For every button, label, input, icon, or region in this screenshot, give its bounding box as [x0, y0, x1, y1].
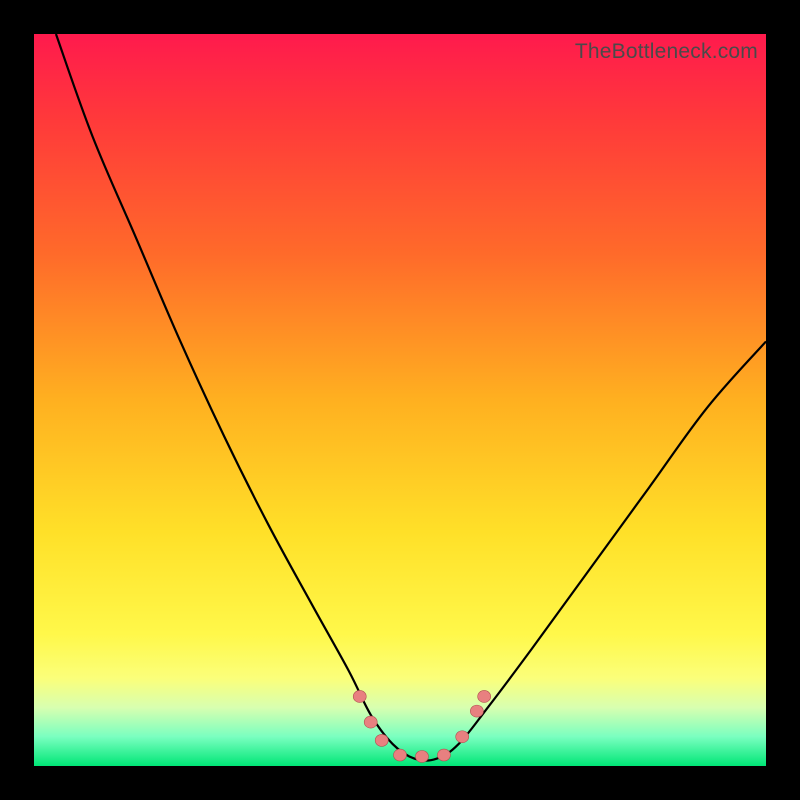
- plot-gradient-area: [34, 34, 766, 766]
- watermark-text: TheBottleneck.com: [575, 40, 758, 64]
- outer-frame: TheBottleneck.com: [0, 0, 800, 800]
